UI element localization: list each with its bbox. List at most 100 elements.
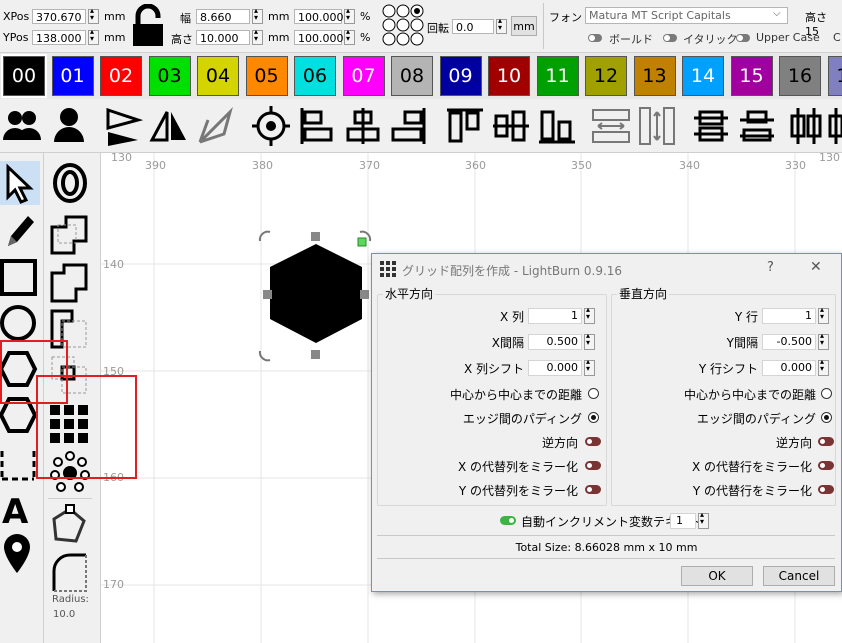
ungroup-icon[interactable] [48, 104, 90, 148]
align-right-icon[interactable] [388, 104, 430, 148]
color-swatch-03[interactable]: 03 [148, 56, 191, 96]
x-shift-spinner[interactable] [584, 357, 595, 376]
y-spacing-spinner[interactable] [818, 331, 829, 350]
selected-hexagon-shape[interactable] [246, 223, 376, 368]
bold-toggle[interactable] [588, 34, 602, 42]
height-spinner[interactable] [252, 27, 263, 45]
height-input[interactable]: 10.000 [196, 30, 250, 45]
color-swatch-13[interactable]: 13 [633, 56, 676, 96]
v-mirror-y-toggle[interactable] [818, 485, 834, 494]
edit-nodes-icon[interactable] [50, 503, 90, 547]
color-swatch-08[interactable]: 08 [391, 56, 433, 96]
selection-handle[interactable] [311, 232, 320, 241]
align-top-icon[interactable] [444, 104, 486, 148]
close-icon[interactable]: ✕ [810, 259, 822, 275]
scale-height-input[interactable]: 100.000 [294, 30, 344, 45]
distribute-vertical-icon[interactable] [636, 104, 678, 148]
scale-width-spinner[interactable] [344, 6, 355, 24]
mirror-horizontal-icon[interactable] [102, 104, 144, 148]
anchor-selector[interactable] [382, 4, 424, 48]
x-shift-input[interactable]: 0.000 [528, 360, 582, 376]
rotate-spinner[interactable] [496, 16, 507, 34]
selection-handle[interactable] [263, 290, 272, 299]
color-swatch-09[interactable]: 09 [439, 56, 482, 96]
ypos-input[interactable]: 138.000 [32, 30, 86, 45]
v-edge-padding-radio[interactable] [821, 412, 832, 423]
x-columns-input[interactable]: 1 [528, 308, 582, 324]
color-swatch-11[interactable]: 11 [536, 56, 579, 96]
move-vertical-together-icon[interactable] [784, 104, 826, 148]
align-horizontal-center-icon[interactable] [342, 104, 384, 148]
h-center-distance-radio[interactable] [588, 388, 599, 399]
pencil-icon[interactable] [0, 208, 40, 252]
move-horizontal-together-icon[interactable] [690, 104, 732, 148]
move-vertical-apart-icon[interactable] [826, 104, 842, 148]
h-reverse-toggle[interactable] [585, 437, 601, 446]
rotate-handle-icon[interactable] [258, 230, 271, 242]
color-swatch-07[interactable]: 07 [342, 56, 385, 96]
color-swatch-05[interactable]: 05 [245, 56, 288, 96]
rotate-input[interactable]: 0.0 [452, 19, 494, 34]
color-swatch-02[interactable]: 02 [100, 56, 142, 96]
mm-toggle-button[interactable]: mm [511, 16, 537, 36]
auto-increment-spinner[interactable] [698, 510, 709, 529]
h-mirror-y-toggle[interactable] [585, 485, 601, 494]
scale-width-input[interactable]: 100.000 [294, 9, 344, 24]
lock-icon[interactable] [130, 4, 166, 48]
v-mirror-x-toggle[interactable] [818, 461, 834, 470]
color-swatch-01[interactable]: 01 [51, 56, 94, 96]
align-vertical-center-icon[interactable] [490, 104, 532, 148]
ellipse-icon[interactable] [0, 301, 40, 345]
align-left-icon[interactable] [296, 104, 338, 148]
color-swatch-10[interactable]: 10 [488, 56, 530, 96]
align-bottom-icon[interactable] [536, 104, 578, 148]
v-center-distance-radio[interactable] [821, 388, 832, 399]
y-shift-spinner[interactable] [818, 357, 829, 376]
width-input[interactable]: 8.660 [196, 9, 250, 24]
color-swatch-15[interactable]: 15 [730, 56, 773, 96]
group-icon[interactable] [2, 104, 44, 148]
x-columns-spinner[interactable] [584, 305, 595, 324]
mirror-vertical-icon[interactable] [148, 104, 190, 148]
color-swatch-12[interactable]: 12 [585, 56, 627, 96]
weld-icon[interactable] [50, 213, 90, 257]
ok-button[interactable]: OK [681, 566, 753, 586]
position-laser-icon[interactable] [0, 443, 40, 487]
rotate-tool-icon[interactable] [194, 104, 236, 148]
y-shift-input[interactable]: 0.000 [762, 360, 816, 376]
auto-increment-toggle[interactable] [500, 516, 516, 525]
center-handle[interactable] [357, 237, 367, 247]
scale-height-spinner[interactable] [344, 27, 355, 45]
x-spacing-spinner[interactable] [584, 331, 595, 350]
font-select[interactable]: Matura MT Script Capitals [585, 7, 788, 24]
text-tool-icon[interactable]: A [0, 487, 40, 531]
auto-increment-input[interactable]: 1 [670, 513, 696, 529]
location-pin-icon[interactable] [0, 531, 40, 575]
color-swatch-17[interactable]: 17 [827, 56, 842, 96]
boolean-union-icon[interactable] [50, 261, 90, 305]
y-rows-spinner[interactable] [818, 305, 829, 324]
xpos-spinner[interactable] [88, 6, 99, 24]
x-spacing-input[interactable]: 0.500 [528, 334, 582, 350]
help-button[interactable]: ? [767, 260, 774, 275]
move-horizontal-apart-icon[interactable] [736, 104, 778, 148]
y-spacing-input[interactable]: -0.500 [762, 334, 816, 350]
h-mirror-x-toggle[interactable] [585, 461, 601, 470]
select-arrow-icon[interactable] [0, 161, 40, 205]
color-swatch-04[interactable]: 04 [197, 56, 239, 96]
upper-case-toggle[interactable] [736, 34, 750, 42]
selection-handle[interactable] [311, 350, 320, 359]
rectangle-icon[interactable] [0, 255, 40, 299]
ypos-spinner[interactable] [88, 27, 99, 45]
fillet-corner-icon[interactable] [50, 551, 90, 595]
distribute-horizontal-icon[interactable] [590, 104, 632, 148]
selection-handle[interactable] [360, 290, 369, 299]
color-swatch-06[interactable]: 06 [294, 56, 336, 96]
width-spinner[interactable] [252, 6, 263, 24]
offset-shape-icon[interactable] [50, 161, 90, 205]
cancel-button[interactable]: Cancel [763, 566, 835, 586]
h-edge-padding-radio[interactable] [588, 412, 599, 423]
rotate-handle-icon[interactable] [258, 350, 271, 362]
italic-toggle[interactable] [663, 34, 677, 42]
radius-value[interactable]: 10.0 [53, 609, 75, 620]
